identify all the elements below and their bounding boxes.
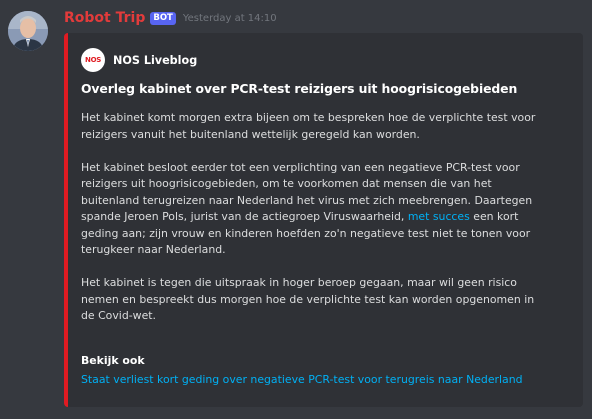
related-article-link[interactable]: Staat verliest kort geding over negatiev… <box>81 373 523 386</box>
text-line: Het kabinet besloot eerder tot een verpl… <box>81 160 520 174</box>
avatar[interactable] <box>8 11 48 51</box>
text-line: buitenland terugreizen naar Nederland he… <box>81 193 533 207</box>
text-line: terugkeer naar Nederland. <box>81 243 226 256</box>
avatar-portrait <box>8 11 48 51</box>
text-segment: spande Jeroen Pols, jurist van de actieg… <box>81 210 408 223</box>
text-line: reizigers vanuit het buitenland wettelij… <box>81 127 420 141</box>
nos-logo-icon: NOS <box>81 48 105 72</box>
description-paragraph: Het kabinet komt morgen extra bijeen om … <box>81 110 576 143</box>
embed-title: Overleg kabinet over PCR-test reizigers … <box>81 81 518 96</box>
description-paragraph: Het kabinet is tegen die uitspraak in ho… <box>81 275 576 325</box>
logo-text: NOS <box>85 55 101 64</box>
message-timestamp[interactable]: Yesterday at 14:10 <box>183 13 277 24</box>
text-line: de Covid-wet. <box>81 309 156 322</box>
username[interactable]: Robot Trip <box>64 10 145 26</box>
text-line: reizigers uit hoogrisicogebieden, om te … <box>81 177 492 190</box>
embed-description: Het kabinet komt morgen extra bijeen om … <box>81 110 576 341</box>
text-line: Het kabinet komt morgen extra bijeen om … <box>81 111 536 124</box>
embed-author: NOS NOS Liveblog <box>81 48 197 72</box>
text-line: Het kabinet is tegen die uitspraak in ho… <box>81 276 517 289</box>
text-line: geding aan; zijn vrouw en kinderen hoefd… <box>81 226 531 240</box>
met-succes-link[interactable]: met succes <box>408 210 470 223</box>
embed-field-name: Bekijk ook <box>81 354 145 367</box>
message-header: Robot Trip BOT Yesterday at 14:10 <box>64 10 277 26</box>
description-paragraph: Het kabinet besloot eerder tot een verpl… <box>81 160 576 259</box>
bot-badge: BOT <box>150 11 176 25</box>
text-line: spande Jeroen Pols, jurist van de actieg… <box>81 209 576 226</box>
text-line: nemen en bespreekt dus morgen hoe de ver… <box>81 292 535 306</box>
text-segment: een kort <box>469 210 519 223</box>
embed-author-name: NOS Liveblog <box>113 53 198 67</box>
embed-card: NOS NOS Liveblog Overleg kabinet over PC… <box>64 33 583 407</box>
